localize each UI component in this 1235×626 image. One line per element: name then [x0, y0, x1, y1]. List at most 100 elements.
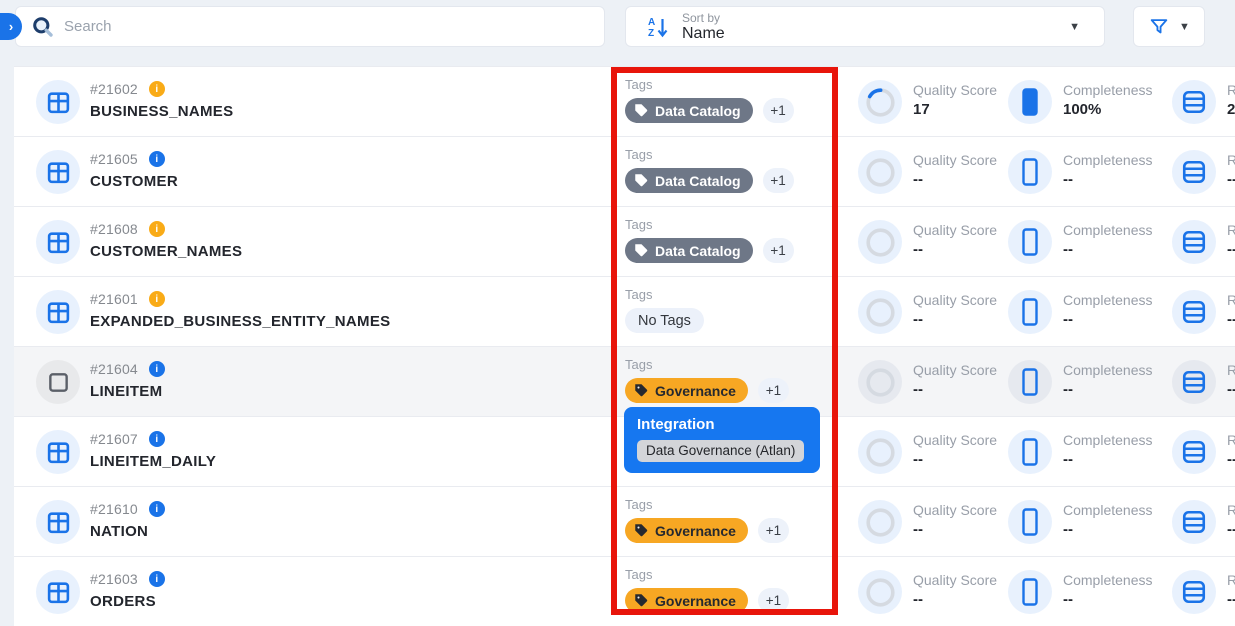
records-cell: Re --: [1172, 500, 1235, 544]
completeness-battery-icon: [1008, 360, 1052, 404]
asset-name: BUSINESS_NAMES: [90, 103, 233, 120]
tags-label: Tags: [625, 147, 794, 162]
completeness-battery-icon: [1008, 80, 1052, 124]
search-input[interactable]: [64, 18, 604, 35]
tag-chip[interactable]: Data Catalog: [625, 168, 753, 193]
tag-icon: [634, 593, 649, 608]
info-icon[interactable]: [149, 291, 165, 307]
asset-name: LINEITEM: [90, 383, 162, 400]
table-row[interactable]: #21610 NATION Tags Governance +1: [14, 487, 1235, 557]
asset-type-badge: [36, 150, 80, 194]
completeness-value: --: [1063, 521, 1073, 538]
tag-more-chip[interactable]: +1: [758, 518, 789, 543]
asset-id: #21604: [90, 361, 138, 377]
completeness-cell: Completeness --: [1008, 220, 1153, 264]
table-row[interactable]: #21603 ORDERS Tags Governance +1: [14, 557, 1235, 626]
info-icon[interactable]: [149, 431, 165, 447]
records-stack-icon: [1172, 360, 1216, 404]
tags-cell: Tags Data Catalog +1: [625, 217, 794, 263]
completeness-battery-icon: [1008, 570, 1052, 614]
tag-more-chip[interactable]: +1: [758, 588, 789, 613]
tag-chip-label: Data Catalog: [655, 173, 741, 189]
filter-button[interactable]: ▼: [1133, 6, 1205, 47]
records-cell: Re --: [1172, 220, 1235, 264]
quality-score-label: Quality Score: [913, 502, 997, 518]
tags-cell: Tags Data Catalog +1: [625, 77, 794, 123]
asset-id: #21603: [90, 571, 138, 587]
search-bar[interactable]: [15, 6, 605, 47]
tag-chip-label: Governance: [655, 593, 736, 609]
quality-score-cell: Quality Score --: [858, 500, 997, 544]
quality-score-value: --: [913, 171, 923, 188]
table-icon: [46, 160, 71, 185]
completeness-value: --: [1063, 381, 1073, 398]
quality-score-label: Quality Score: [913, 432, 997, 448]
completeness-cell: Completeness --: [1008, 360, 1153, 404]
tag-chip[interactable]: Data Catalog: [625, 98, 753, 123]
completeness-cell: Completeness --: [1008, 430, 1153, 474]
completeness-battery-icon: [1008, 220, 1052, 264]
info-icon[interactable]: [149, 361, 165, 377]
chevron-right-icon: ›: [9, 19, 13, 34]
quality-score-value: --: [913, 451, 923, 468]
records-label: Re: [1227, 572, 1235, 588]
info-icon[interactable]: [149, 81, 165, 97]
table-row[interactable]: #21608 CUSTOMER_NAMES Tags Data Catalog …: [14, 207, 1235, 277]
asset-type-badge: [36, 290, 80, 334]
tags-cell: Tags Governance +1: [625, 567, 789, 613]
table-row[interactable]: #21604 LINEITEM Tags Governance +1: [14, 347, 1235, 417]
asset-name: LINEITEM_DAILY: [90, 453, 216, 470]
sort-by-label: Sort by: [682, 11, 725, 25]
tag-chip[interactable]: Governance: [625, 518, 748, 543]
tag-chip[interactable]: No Tags: [625, 308, 704, 333]
completeness-value: --: [1063, 171, 1073, 188]
quality-score-label: Quality Score: [913, 82, 997, 98]
tag-chip[interactable]: Governance: [625, 588, 748, 613]
square-icon: [47, 371, 70, 394]
records-cell: Re --: [1172, 290, 1235, 334]
info-icon[interactable]: [149, 571, 165, 587]
tag-more-chip[interactable]: +1: [763, 168, 794, 193]
records-value: --: [1227, 311, 1235, 328]
completeness-value: --: [1063, 591, 1073, 608]
tag-more-chip[interactable]: +1: [763, 238, 794, 263]
tag-chip[interactable]: Governance: [625, 378, 748, 403]
tooltip-tag-chip: Data Governance (Atlan): [637, 440, 804, 462]
tag-chip[interactable]: Data Catalog: [625, 238, 753, 263]
info-icon[interactable]: [149, 221, 165, 237]
tag-icon: [634, 243, 649, 258]
tooltip-title: Integration: [637, 416, 807, 433]
asset-type-badge: [36, 360, 80, 404]
asset-id: #21602: [90, 81, 138, 97]
completeness-value: --: [1063, 311, 1073, 328]
asset-id: #21601: [90, 291, 138, 307]
records-label: Re: [1227, 152, 1235, 168]
records-cell: Re --: [1172, 360, 1235, 404]
tag-more-chip[interactable]: +1: [763, 98, 794, 123]
info-icon[interactable]: [149, 151, 165, 167]
tag-icon: [634, 383, 649, 398]
table-row[interactable]: #21601 EXPANDED_BUSINESS_ENTITY_NAMES Ta…: [14, 277, 1235, 347]
info-icon[interactable]: [149, 501, 165, 517]
records-label: Re: [1227, 502, 1235, 518]
completeness-battery-icon: [1008, 500, 1052, 544]
quality-score-label: Quality Score: [913, 362, 997, 378]
table-row[interactable]: #21602 BUSINESS_NAMES Tags Data Catalog …: [14, 67, 1235, 137]
tag-more-chip[interactable]: +1: [758, 378, 789, 403]
table-icon: [46, 230, 71, 255]
quality-score-value: --: [913, 311, 923, 328]
table-icon: [46, 580, 71, 605]
table-row[interactable]: #21605 CUSTOMER Tags Data Catalog +1: [14, 137, 1235, 207]
completeness-battery-icon: [1008, 290, 1052, 334]
integration-tooltip: Integration Data Governance (Atlan): [624, 407, 820, 473]
tags-cell: Tags No Tags: [625, 287, 704, 333]
records-value: --: [1227, 591, 1235, 608]
asset-id: #21607: [90, 431, 138, 447]
sort-dropdown[interactable]: A Z Sort by Name ▼: [625, 6, 1105, 47]
tag-chip-label: No Tags: [638, 313, 691, 329]
quality-score-label: Quality Score: [913, 572, 997, 588]
quality-score-value: --: [913, 591, 923, 608]
records-stack-icon: [1172, 150, 1216, 194]
completeness-label: Completeness: [1063, 572, 1153, 588]
tag-chip-label: Data Catalog: [655, 103, 741, 119]
